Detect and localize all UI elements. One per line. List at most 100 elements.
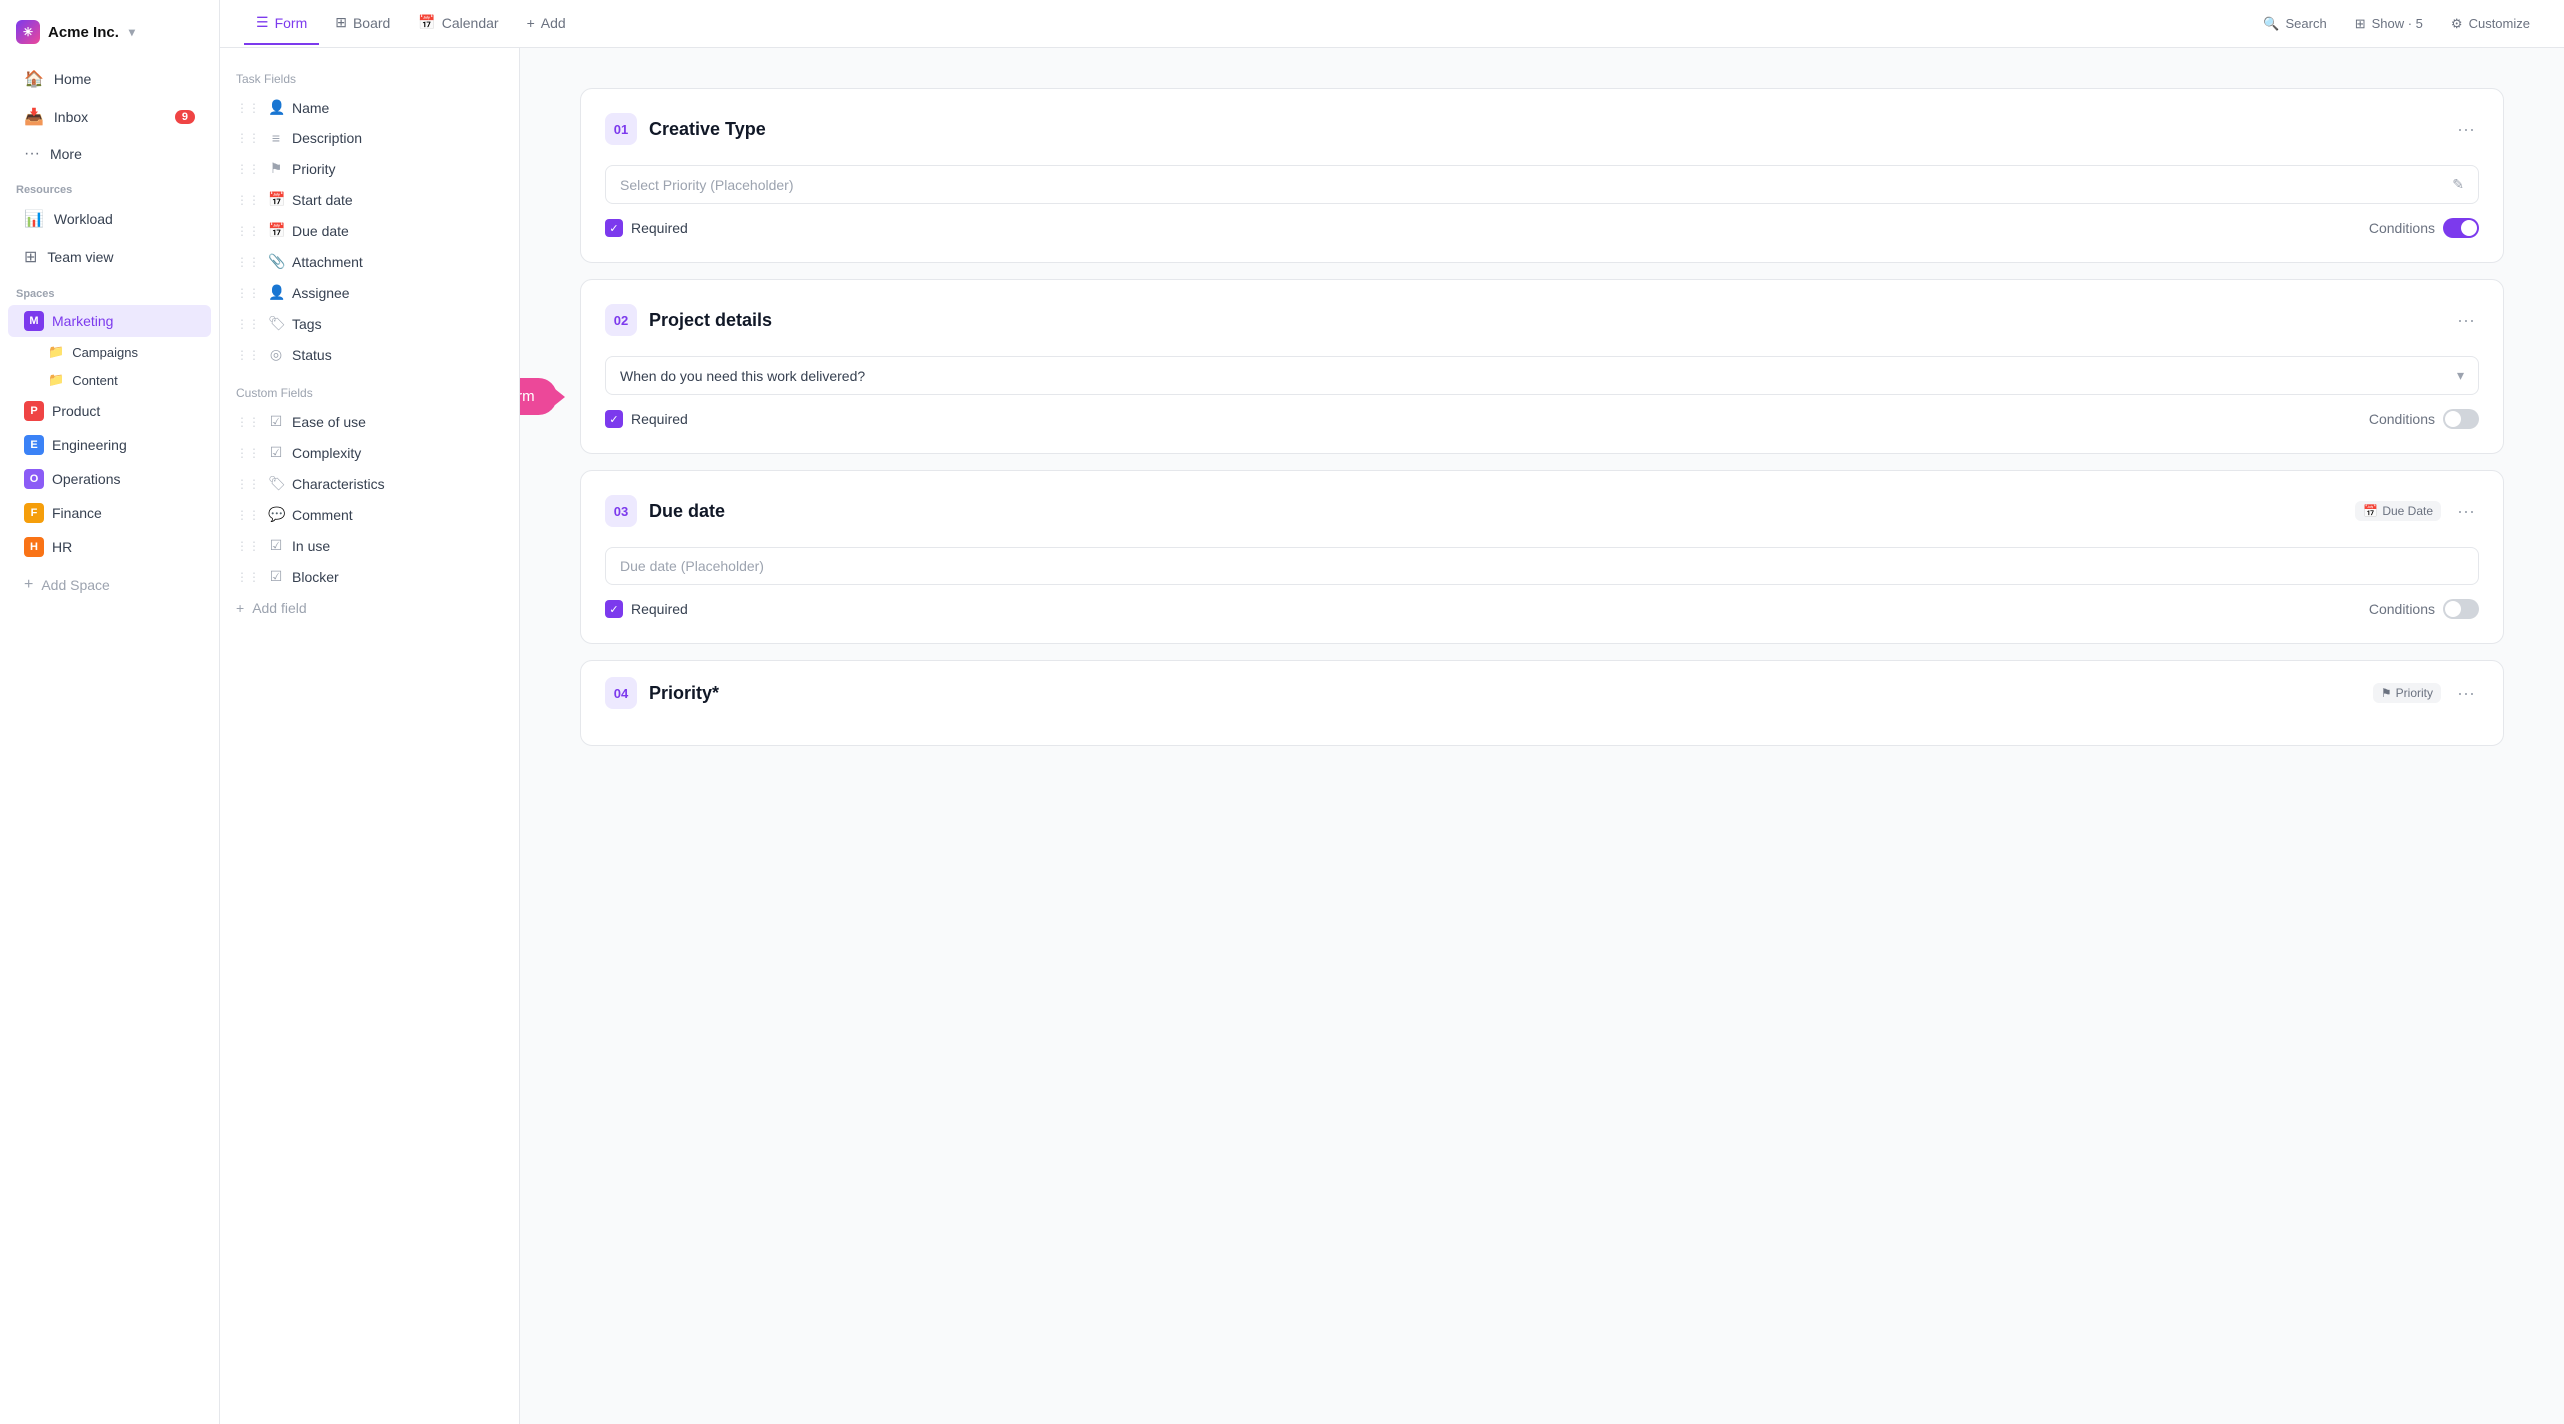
sidebar-item-marketing[interactable]: M Marketing xyxy=(8,305,211,337)
logo-icon: ✳ xyxy=(16,20,40,44)
field-due-date[interactable]: ⋮⋮ 📅 Due date xyxy=(220,215,519,246)
drag-icon[interactable]: ⋮⋮ xyxy=(236,446,260,460)
drag-icon[interactable]: ⋮⋮ xyxy=(236,348,260,362)
field-characteristics[interactable]: ⋮⋮ 🏷 Characteristics xyxy=(220,468,519,499)
tab-calendar[interactable]: 📅 Calendar xyxy=(406,2,510,45)
operations-avatar: O xyxy=(24,469,44,489)
drag-icon[interactable]: ⋮⋮ xyxy=(236,255,260,269)
top-nav: ☰ Form ⊞ Board 📅 Calendar + Add 🔍 Search… xyxy=(220,0,2564,48)
custom-fields-label: Custom Fields xyxy=(220,378,519,406)
field-start-date[interactable]: ⋮⋮ 📅 Start date xyxy=(220,184,519,215)
field-assignee[interactable]: ⋮⋮ 👤 Assignee xyxy=(220,277,519,308)
sidebar-item-operations[interactable]: O Operations xyxy=(8,463,211,495)
card-menu-button-2[interactable]: ··· xyxy=(2453,306,2479,335)
show-button[interactable]: ⊞ Show · 5 xyxy=(2345,10,2433,38)
field-status[interactable]: ⋮⋮ ◎ Status xyxy=(220,339,519,370)
add-field-button[interactable]: + Add field xyxy=(220,592,519,624)
field-tags[interactable]: ⋮⋮ 🏷 Tags xyxy=(220,308,519,339)
sidebar-item-product[interactable]: P Product xyxy=(8,395,211,427)
engineering-avatar: E xyxy=(24,435,44,455)
drag-icon[interactable]: ⋮⋮ xyxy=(236,131,260,145)
check-icon: ☑ xyxy=(268,537,284,554)
drag-icon[interactable]: ⋮⋮ xyxy=(236,193,260,207)
sidebar-item-content[interactable]: 📁 Content xyxy=(8,367,211,393)
card-input-1[interactable]: Select Priority (Placeholder) ✎ xyxy=(605,165,2479,204)
field-blocker[interactable]: ⋮⋮ ☑ Blocker xyxy=(220,561,519,592)
card-menu-button-4[interactable]: ··· xyxy=(2453,679,2479,708)
attach-icon: 📎 xyxy=(268,253,284,270)
sidebar-item-campaigns[interactable]: 📁 Campaigns xyxy=(8,339,211,365)
sidebar-item-engineering[interactable]: E Engineering xyxy=(8,429,211,461)
drag-icon[interactable]: ⋮⋮ xyxy=(236,162,260,176)
card-input-2[interactable]: When do you need this work delivered? ▾ xyxy=(605,356,2479,395)
tab-board[interactable]: ⊞ Board xyxy=(323,2,402,45)
search-button[interactable]: 🔍 Search xyxy=(2253,10,2336,38)
card-header-4: 04 Priority* ⚑ Priority ··· xyxy=(605,677,2479,709)
folder-icon: 📁 xyxy=(48,344,64,360)
customize-button[interactable]: ⚙ Customize xyxy=(2441,10,2540,38)
sidebar-item-more[interactable]: ··· More xyxy=(8,137,211,171)
sub-item-label: Content xyxy=(72,373,118,388)
input-placeholder-1: Select Priority (Placeholder) xyxy=(620,177,794,193)
field-comment[interactable]: ⋮⋮ 💬 Comment xyxy=(220,499,519,530)
comment-icon: 💬 xyxy=(268,506,284,523)
card-header-1: 01 Creative Type ··· xyxy=(605,113,2479,145)
conditions-toggle-1[interactable] xyxy=(2443,218,2479,238)
sidebar-item-inbox[interactable]: 📥 Inbox 9 xyxy=(8,99,211,135)
input-placeholder-3: Due date (Placeholder) xyxy=(620,558,764,574)
drag-icon[interactable]: ⋮⋮ xyxy=(236,570,260,584)
calendar-icon: 📅 xyxy=(268,191,284,208)
card-footer-2: ✓ Required Conditions xyxy=(605,409,2479,429)
required-checkbox-2[interactable]: ✓ xyxy=(605,410,623,428)
sub-item-label: Campaigns xyxy=(72,345,138,360)
field-attachment[interactable]: ⋮⋮ 📎 Attachment xyxy=(220,246,519,277)
sidebar-item-hr[interactable]: H HR xyxy=(8,531,211,563)
sidebar-item-label: More xyxy=(50,146,82,162)
edit-icon-1: ✎ xyxy=(2452,176,2464,193)
tab-form[interactable]: ☰ Form xyxy=(244,2,319,45)
required-checkbox-3[interactable]: ✓ xyxy=(605,600,623,618)
tag-icon: 🏷 xyxy=(268,475,284,492)
app-logo[interactable]: ✳ Acme Inc. ▾ xyxy=(0,12,219,60)
workload-icon: 📊 xyxy=(24,209,44,229)
card-menu-button-3[interactable]: ··· xyxy=(2453,497,2479,526)
add-space-button[interactable]: + Add Space xyxy=(8,568,211,602)
required-checkbox-1[interactable]: ✓ xyxy=(605,219,623,237)
field-name[interactable]: ⋮⋮ 👤 Name xyxy=(220,92,519,123)
drag-icon[interactable]: ⋮⋮ xyxy=(236,101,260,115)
card-input-3[interactable]: Due date (Placeholder) xyxy=(605,547,2479,585)
conditions-toggle-3[interactable] xyxy=(2443,599,2479,619)
sidebar-item-finance[interactable]: F Finance xyxy=(8,497,211,529)
drag-icon[interactable]: ⋮⋮ xyxy=(236,317,260,331)
field-in-use[interactable]: ⋮⋮ ☑ In use xyxy=(220,530,519,561)
field-ease-of-use[interactable]: ⋮⋮ ☑ Ease of use xyxy=(220,406,519,437)
drag-icon[interactable]: ⋮⋮ xyxy=(236,415,260,429)
tab-add[interactable]: + Add xyxy=(515,3,578,45)
status-icon: ◎ xyxy=(268,346,284,363)
sidebar-item-label: Engineering xyxy=(52,437,127,453)
sidebar-item-workload[interactable]: 📊 Workload xyxy=(8,201,211,237)
drag-icon[interactable]: ⋮⋮ xyxy=(236,539,260,553)
sidebar-item-teamview[interactable]: ⊞ Team view xyxy=(8,239,211,275)
conditions-toggle-2[interactable] xyxy=(2443,409,2479,429)
drag-icon[interactable]: ⋮⋮ xyxy=(236,286,260,300)
field-priority[interactable]: ⋮⋮ ⚑ Priority xyxy=(220,153,519,184)
tag-icon: 🏷 xyxy=(268,315,284,332)
form-card-3: 03 Due date 📅 Due Date ··· Due date (Pla… xyxy=(580,470,2504,644)
field-label: Comment xyxy=(292,507,353,523)
calendar-icon-3: 📅 xyxy=(2363,504,2378,518)
field-complexity[interactable]: ⋮⋮ ☑ Complexity xyxy=(220,437,519,468)
field-description[interactable]: ⋮⋮ ≡ Description xyxy=(220,123,519,153)
sidebar-item-home[interactable]: 🏠 Home xyxy=(8,61,211,97)
add-field-label: Add field xyxy=(252,600,306,616)
drag-icon[interactable]: ⋮⋮ xyxy=(236,224,260,238)
drag-icon[interactable]: ⋮⋮ xyxy=(236,508,260,522)
field-label: Due date xyxy=(292,223,349,239)
gear-icon: ⚙ xyxy=(2451,16,2463,32)
sidebar-item-label: Product xyxy=(52,403,100,419)
content-area: Task Fields ⋮⋮ 👤 Name ⋮⋮ ≡ Description ⋮… xyxy=(220,48,2564,1424)
drag-icon[interactable]: ⋮⋮ xyxy=(236,477,260,491)
card-number-3: 03 xyxy=(605,495,637,527)
add-tab-icon: + xyxy=(527,15,535,31)
card-menu-button-1[interactable]: ··· xyxy=(2453,115,2479,144)
